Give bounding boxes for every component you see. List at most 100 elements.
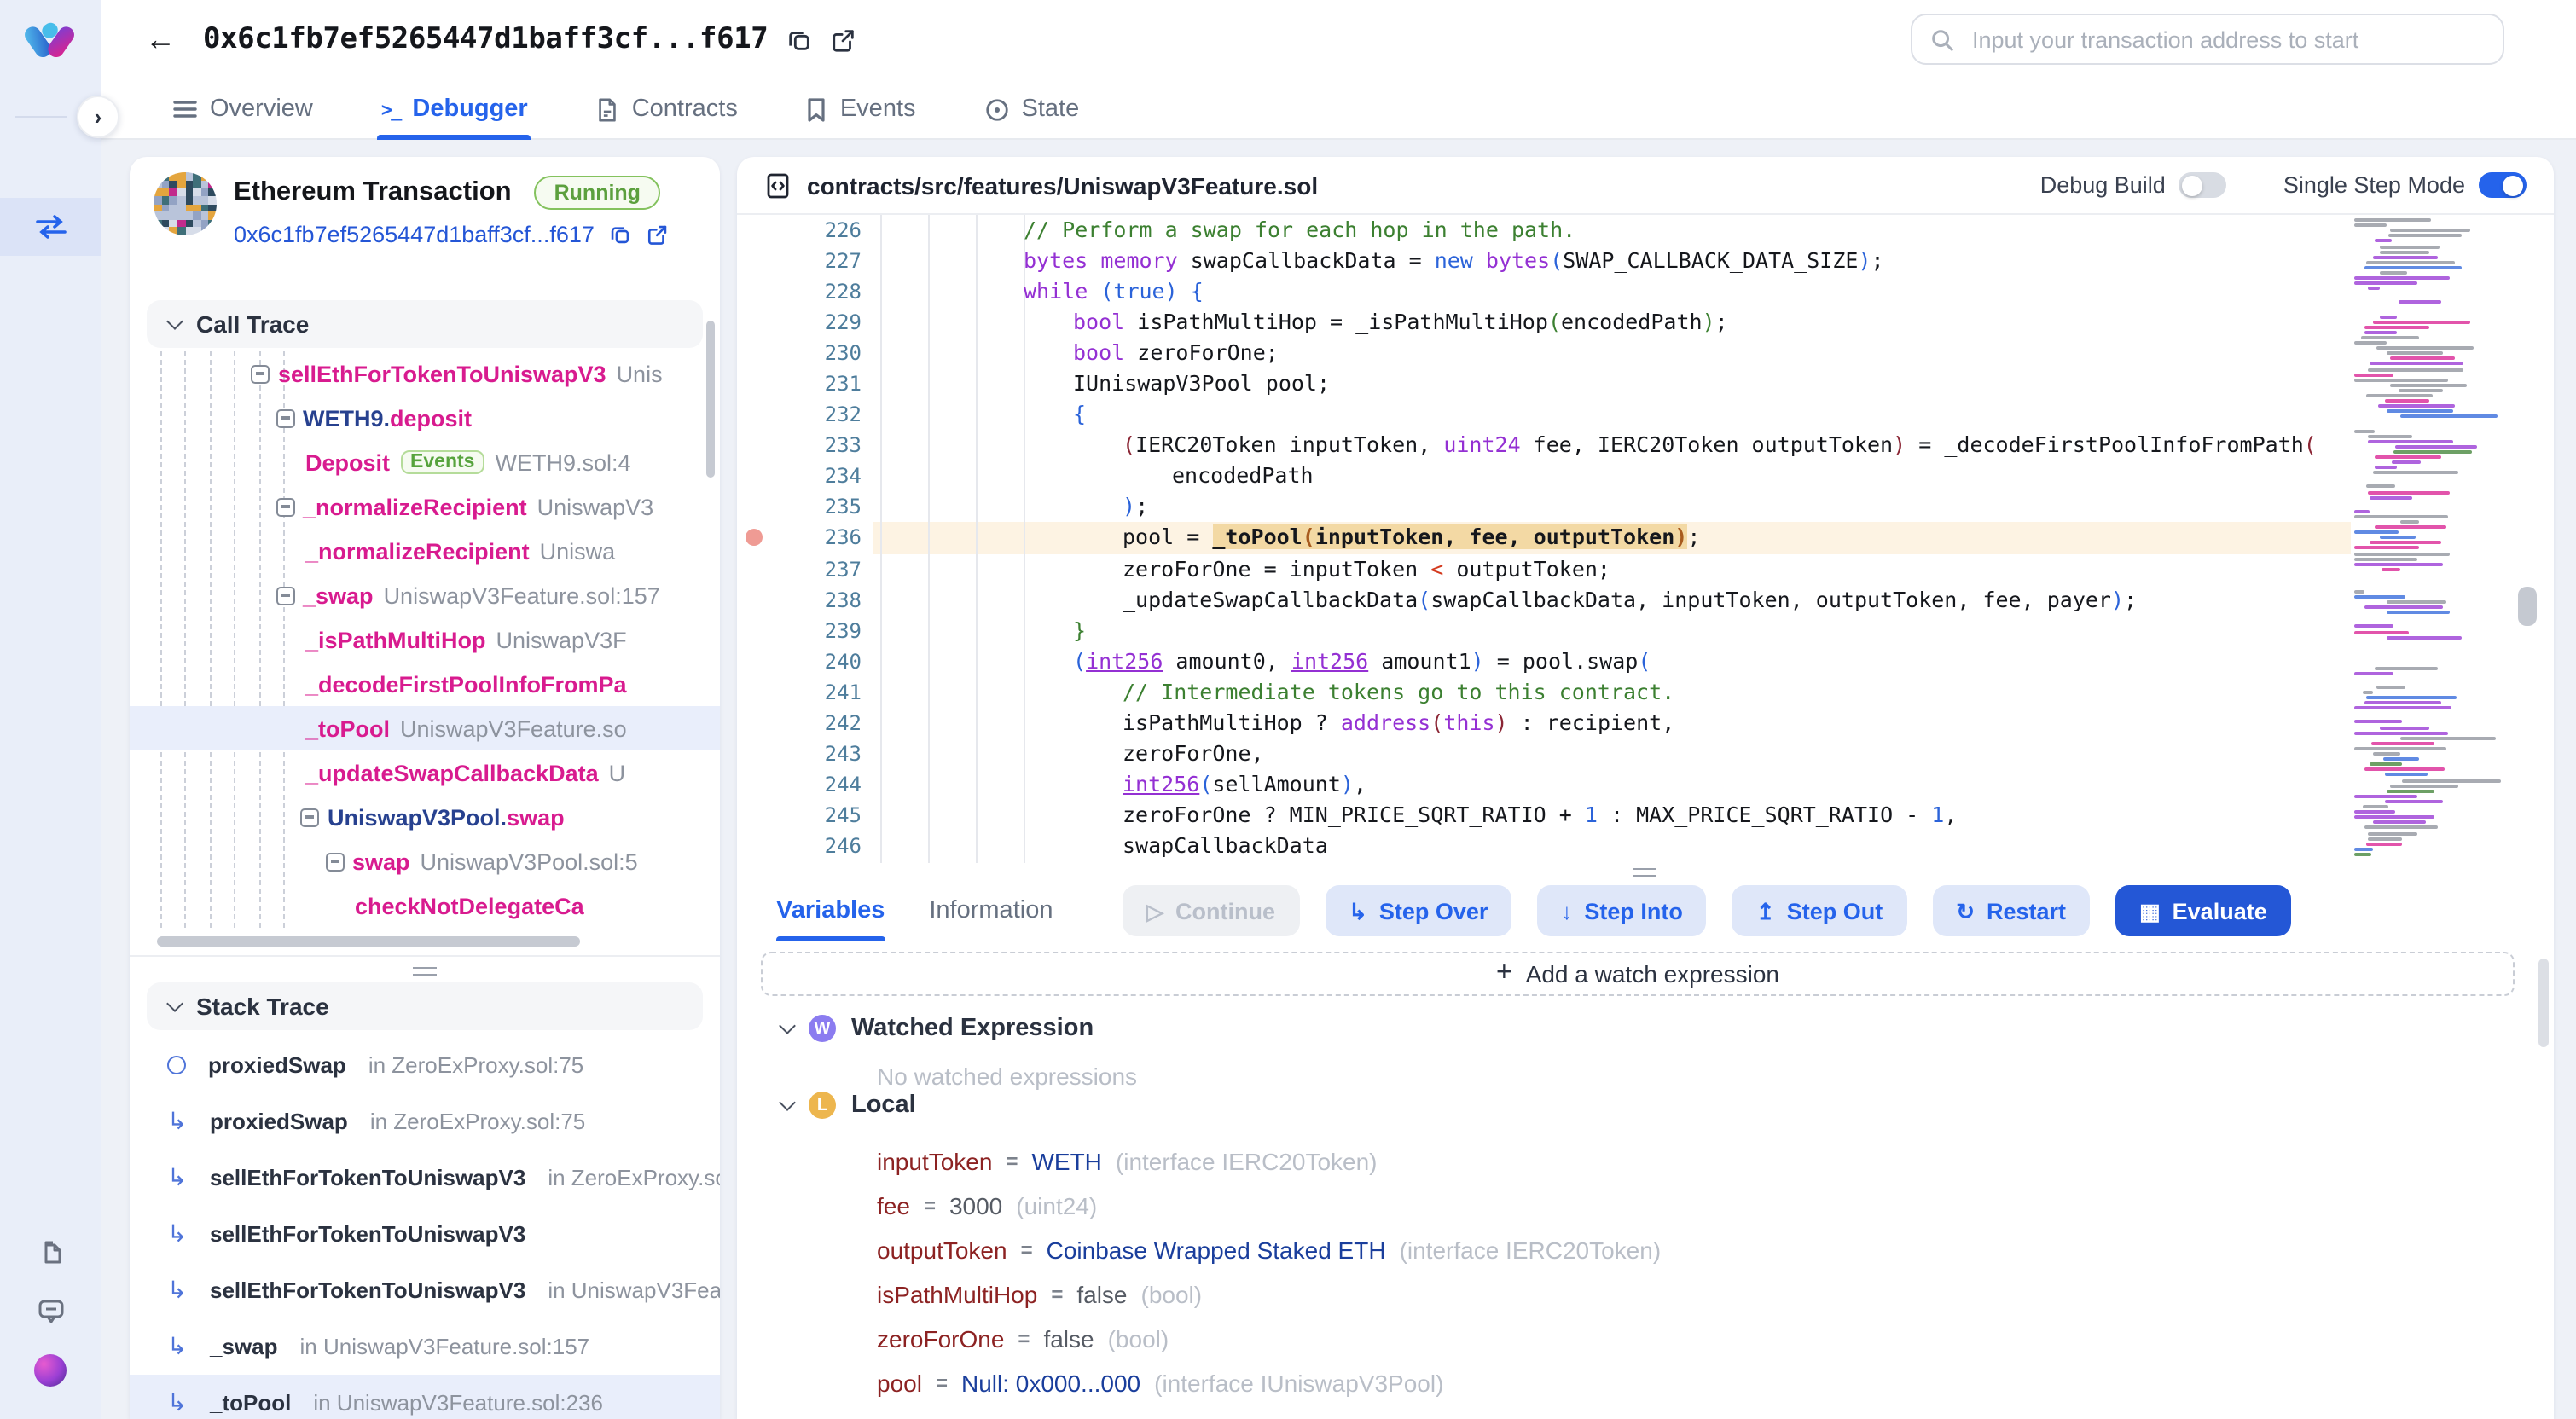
call-trace-row[interactable]: _isPathMultiHopUniswapV3F bbox=[130, 617, 720, 662]
rail-item-account[interactable] bbox=[0, 1354, 101, 1387]
tab-overview[interactable]: Overview bbox=[169, 78, 316, 140]
line-number[interactable]: 240 bbox=[776, 646, 862, 676]
restart-button[interactable]: ↻Restart bbox=[1932, 885, 2090, 936]
variable-row[interactable]: swapCallbackData=0x...(bytes memory) bbox=[877, 1405, 2520, 1419]
rail-item-transactions[interactable] bbox=[0, 198, 101, 256]
line-number[interactable]: 234 bbox=[776, 461, 862, 492]
tab-events[interactable]: Events bbox=[803, 78, 920, 140]
panel-tab-variables[interactable]: Variables bbox=[776, 880, 885, 941]
variable-row[interactable]: pool=Null: 0x000...000(interface IUniswa… bbox=[877, 1361, 2520, 1405]
call-trace-row[interactable]: _toPoolUniswapV3Feature.so bbox=[130, 706, 720, 750]
stack-frame-row[interactable]: proxiedSwapin ZeroExProxy.sol:75 bbox=[130, 1037, 720, 1093]
stack-frame-row[interactable]: ↳sellEthForTokenToUniswapV3in UniswapV3F… bbox=[130, 1262, 720, 1318]
line-number[interactable]: 237 bbox=[776, 553, 862, 584]
transaction-address-link[interactable]: 0x6c1fb7ef5265447d1baff3cf...f617 bbox=[234, 222, 595, 247]
variable-value[interactable]: Coinbase Wrapped Staked ETH bbox=[1047, 1237, 1386, 1264]
expand-toggle-icon[interactable] bbox=[276, 586, 294, 605]
search-input[interactable] bbox=[1969, 25, 2486, 54]
step-out-button[interactable]: ↥Step Out bbox=[1732, 885, 1906, 936]
line-number[interactable]: 229 bbox=[776, 307, 862, 338]
variable-type: (interface IUniswapV3Pool) bbox=[1154, 1370, 1443, 1397]
line-number[interactable]: 236 bbox=[776, 523, 862, 553]
call-trace-horizontal-scrollbar[interactable] bbox=[157, 936, 580, 947]
call-trace-row[interactable]: _normalizeRecipientUniswa bbox=[130, 529, 720, 573]
code-scrollbar-thumb[interactable] bbox=[2518, 587, 2537, 626]
call-trace-row[interactable]: UniswapV3Pool.swap bbox=[130, 795, 720, 839]
app-logo-icon[interactable] bbox=[24, 17, 75, 68]
back-button[interactable]: ← bbox=[145, 21, 176, 57]
evaluate-button[interactable]: ▦Evaluate bbox=[2115, 885, 2291, 936]
stack-frame-row[interactable]: ↳proxiedSwapin ZeroExProxy.sol:75 bbox=[130, 1093, 720, 1150]
copy-address-button[interactable] bbox=[786, 26, 812, 52]
watched-expression-section[interactable]: W Watched Expression bbox=[781, 1015, 1094, 1042]
tab-state[interactable]: State bbox=[981, 78, 1083, 140]
tab-debugger[interactable]: >_Debugger bbox=[378, 78, 531, 140]
line-number[interactable]: 244 bbox=[776, 769, 862, 800]
panel-tab-information[interactable]: Information bbox=[929, 880, 1053, 941]
line-number[interactable]: 232 bbox=[776, 400, 862, 431]
call-trace-row[interactable]: _swapUniswapV3Feature.sol:157 bbox=[130, 573, 720, 617]
line-number[interactable]: 239 bbox=[776, 615, 862, 646]
line-number[interactable]: 243 bbox=[776, 738, 862, 769]
line-number[interactable]: 231 bbox=[776, 368, 862, 399]
expand-toggle-icon[interactable] bbox=[251, 364, 270, 383]
resize-handle[interactable] bbox=[1633, 863, 1656, 881]
line-number[interactable]: 226 bbox=[776, 215, 862, 246]
open-external-button[interactable] bbox=[831, 26, 856, 52]
line-number[interactable]: 227 bbox=[776, 246, 862, 276]
expand-toggle-icon[interactable] bbox=[276, 497, 294, 516]
breakpoint-dot[interactable] bbox=[746, 530, 763, 547]
tab-contracts[interactable]: Contracts bbox=[593, 78, 741, 140]
transaction-search[interactable] bbox=[1911, 14, 2504, 65]
line-number[interactable]: 230 bbox=[776, 338, 862, 368]
rail-item-docs[interactable] bbox=[0, 1238, 101, 1269]
line-number[interactable]: 245 bbox=[776, 800, 862, 831]
variable-value[interactable]: WETH bbox=[1031, 1148, 1101, 1175]
variable-row[interactable]: isPathMultiHop=false(bool) bbox=[877, 1272, 2520, 1317]
variable-row[interactable]: outputToken=Coinbase Wrapped Staked ETH(… bbox=[877, 1228, 2520, 1272]
debug-build-toggle[interactable] bbox=[2179, 172, 2227, 198]
line-number[interactable]: 246 bbox=[776, 831, 862, 861]
stack-frame-row[interactable]: ↳_swapin UniswapV3Feature.sol:157 bbox=[130, 1318, 720, 1375]
call-trace-row[interactable]: _normalizeRecipientUniswapV3 bbox=[130, 484, 720, 529]
call-trace-row[interactable]: DepositEventsWETH9.sol:4 bbox=[130, 440, 720, 484]
line-number[interactable]: 235 bbox=[776, 492, 862, 523]
code-minimap[interactable] bbox=[2351, 215, 2474, 863]
variable-row[interactable]: zeroForOne=false(bool) bbox=[877, 1317, 2520, 1361]
call-trace-row[interactable]: _decodeFirstPoolInfoFromPa bbox=[130, 662, 720, 706]
expand-toggle-icon[interactable] bbox=[300, 808, 319, 826]
call-trace-row[interactable]: _updateSwapCallbackDataU bbox=[130, 750, 720, 795]
resize-handle[interactable] bbox=[413, 962, 437, 980]
line-number[interactable]: 233 bbox=[776, 431, 862, 461]
single-step-toggle[interactable] bbox=[2479, 172, 2527, 198]
stack-frame-row[interactable]: ↳sellEthForTokenToUniswapV3in ZeroExProx… bbox=[130, 1150, 720, 1206]
call-trace-row[interactable]: WETH9.deposit bbox=[130, 396, 720, 440]
variable-value[interactable]: Null: 0x000...000 bbox=[961, 1370, 1140, 1397]
code-viewer[interactable]: 226// Perform a swap for each hop in the… bbox=[737, 215, 2554, 863]
open-transaction-icon[interactable] bbox=[647, 223, 670, 246]
call-trace-vertical-scrollbar[interactable] bbox=[706, 321, 715, 478]
line-number[interactable]: 241 bbox=[776, 676, 862, 707]
expand-toggle-icon[interactable] bbox=[276, 408, 294, 427]
stack-frame-row[interactable]: ↳sellEthForTokenToUniswapV3 bbox=[130, 1206, 720, 1262]
add-watch-expression-button[interactable]: + Add a watch expression bbox=[761, 952, 2515, 996]
line-number[interactable]: 238 bbox=[776, 584, 862, 615]
stack-frame-row[interactable]: ↳_toPoolin UniswapV3Feature.sol:236 bbox=[130, 1375, 720, 1419]
step-into-button[interactable]: ↓Step Into bbox=[1537, 885, 1707, 936]
expand-toggle-icon[interactable] bbox=[325, 852, 344, 871]
call-trace-row[interactable]: sellEthForTokenToUniswapV3Unis bbox=[130, 351, 720, 396]
local-section[interactable]: L Local bbox=[781, 1092, 916, 1119]
line-number[interactable]: 242 bbox=[776, 708, 862, 738]
stack-trace-header[interactable]: Stack Trace bbox=[147, 982, 703, 1030]
step-over-button[interactable]: ↳Step Over bbox=[1325, 885, 1511, 936]
sidebar-expand-button[interactable]: › bbox=[77, 96, 119, 138]
variable-row[interactable]: fee=3000(uint24) bbox=[877, 1184, 2520, 1228]
copy-address-icon[interactable] bbox=[610, 223, 632, 246]
call-trace-header[interactable]: Call Trace bbox=[147, 300, 703, 348]
rail-item-feedback[interactable] bbox=[0, 1296, 101, 1327]
variable-row[interactable]: inputToken=WETH(interface IERC20Token) bbox=[877, 1139, 2520, 1184]
call-trace-row[interactable]: swapUniswapV3Pool.sol:5 bbox=[130, 839, 720, 883]
line-number[interactable]: 228 bbox=[776, 276, 862, 307]
call-trace-row[interactable]: checkNotDelegateCa bbox=[130, 883, 720, 928]
variables-scrollbar-thumb[interactable] bbox=[2538, 959, 2549, 1047]
